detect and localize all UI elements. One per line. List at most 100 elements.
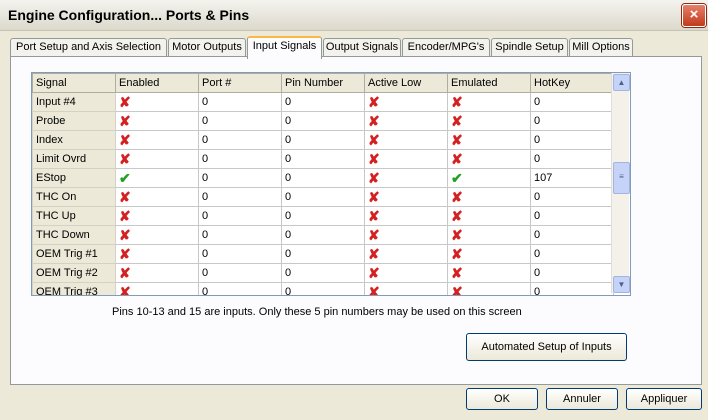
toggle-cell[interactable]: ✘ (364, 244, 448, 264)
value-cell[interactable]: 0 (281, 225, 365, 245)
table-row[interactable]: THC Down ✘ 0 0 ✘ ✘ 0 (32, 225, 614, 245)
value-cell[interactable]: 0 (198, 206, 282, 226)
ok-button[interactable]: OK (466, 388, 538, 410)
toggle-cell[interactable]: ✘ (115, 282, 199, 295)
value-cell[interactable]: 0 (281, 92, 365, 112)
toggle-cell[interactable]: ✘ (364, 111, 448, 131)
value-cell[interactable]: 0 (530, 111, 614, 131)
table-row[interactable]: Limit Ovrd ✘ 0 0 ✘ ✘ 0 (32, 149, 614, 169)
scroll-down-icon[interactable]: ▼ (613, 276, 630, 293)
value-cell[interactable]: 0 (198, 263, 282, 283)
toggle-cell[interactable]: ✘ (364, 206, 448, 226)
tab-input-signals[interactable]: Input Signals (247, 36, 322, 59)
value-cell[interactable]: 0 (198, 111, 282, 131)
table-row[interactable]: EStop ✔ 0 0 ✘ ✔ 107 (32, 168, 614, 188)
apply-button[interactable]: Appliquer (626, 388, 702, 410)
value-cell[interactable]: 0 (198, 282, 282, 295)
toggle-cell[interactable]: ✘ (364, 130, 448, 150)
toggle-cell[interactable]: ✘ (447, 111, 531, 131)
tab-port-setup[interactable]: Port Setup and Axis Selection (10, 38, 167, 57)
value-cell[interactable]: 0 (530, 244, 614, 264)
value-cell[interactable]: 107 (530, 168, 614, 188)
signal-name-cell[interactable]: THC On (32, 187, 116, 207)
scroll-thumb[interactable]: ≡ (613, 162, 630, 194)
value-cell[interactable]: 0 (530, 206, 614, 226)
value-cell[interactable]: 0 (281, 206, 365, 226)
value-cell[interactable]: 0 (530, 130, 614, 150)
vertical-scrollbar[interactable]: ▲ ≡ ▼ (611, 73, 630, 293)
tab-encoder-mpg[interactable]: Encoder/MPG's (402, 38, 490, 57)
signal-name-cell[interactable]: OEM Trig #3 (32, 282, 116, 295)
value-cell[interactable]: 0 (530, 187, 614, 207)
signal-name-cell[interactable]: THC Down (32, 225, 116, 245)
toggle-cell[interactable]: ✘ (115, 92, 199, 112)
value-cell[interactable]: 0 (198, 187, 282, 207)
toggle-cell[interactable]: ✘ (115, 111, 199, 131)
value-cell[interactable]: 0 (198, 168, 282, 188)
table-row[interactable]: OEM Trig #2 ✘ 0 0 ✘ ✘ 0 (32, 263, 614, 283)
table-row[interactable]: OEM Trig #3 ✘ 0 0 ✘ ✘ 0 (32, 282, 614, 295)
toggle-cell[interactable]: ✘ (447, 149, 531, 169)
value-cell[interactable]: 0 (281, 263, 365, 283)
toggle-cell[interactable]: ✘ (115, 130, 199, 150)
toggle-cell[interactable]: ✘ (364, 225, 448, 245)
signals-grid[interactable]: Signal Enabled Port # Pin Number Active Low E… (31, 72, 631, 296)
toggle-cell[interactable]: ✘ (115, 225, 199, 245)
toggle-cell[interactable]: ✘ (447, 244, 531, 264)
toggle-cell[interactable]: ✔ (115, 168, 199, 188)
signal-name-cell[interactable]: Probe (32, 111, 116, 131)
toggle-cell[interactable]: ✘ (447, 225, 531, 245)
toggle-cell[interactable]: ✘ (447, 282, 531, 295)
table-row[interactable]: THC Up ✘ 0 0 ✘ ✘ 0 (32, 206, 614, 226)
value-cell[interactable]: 0 (198, 225, 282, 245)
signal-name-cell[interactable]: THC Up (32, 206, 116, 226)
value-cell[interactable]: 0 (281, 149, 365, 169)
toggle-cell[interactable]: ✘ (447, 187, 531, 207)
cancel-button[interactable]: Annuler (546, 388, 618, 410)
toggle-cell[interactable]: ✘ (364, 149, 448, 169)
signal-name-cell[interactable]: OEM Trig #1 (32, 244, 116, 264)
toggle-cell[interactable]: ✘ (447, 263, 531, 283)
signal-name-cell[interactable]: Input #4 (32, 92, 116, 112)
table-row[interactable]: OEM Trig #1 ✘ 0 0 ✘ ✘ 0 (32, 244, 614, 264)
toggle-cell[interactable]: ✘ (115, 206, 199, 226)
signal-name-cell[interactable]: Index (32, 130, 116, 150)
signal-name-cell[interactable]: EStop (32, 168, 116, 188)
value-cell[interactable]: 0 (281, 282, 365, 295)
table-row[interactable]: Input #4 ✘ 0 0 ✘ ✘ 0 (32, 92, 614, 112)
close-button[interactable]: × (682, 4, 706, 27)
toggle-cell[interactable]: ✘ (447, 206, 531, 226)
automated-setup-button[interactable]: Automated Setup of Inputs (466, 333, 627, 361)
toggle-cell[interactable]: ✘ (364, 263, 448, 283)
value-cell[interactable]: 0 (198, 149, 282, 169)
tab-mill-options[interactable]: Mill Options (569, 38, 633, 57)
value-cell[interactable]: 0 (198, 130, 282, 150)
value-cell[interactable]: 0 (281, 130, 365, 150)
value-cell[interactable]: 0 (281, 111, 365, 131)
value-cell[interactable]: 0 (530, 263, 614, 283)
tab-motor-outputs[interactable]: Motor Outputs (168, 38, 246, 57)
table-row[interactable]: THC On ✘ 0 0 ✘ ✘ 0 (32, 187, 614, 207)
signal-name-cell[interactable]: Limit Ovrd (32, 149, 116, 169)
value-cell[interactable]: 0 (530, 282, 614, 295)
signal-name-cell[interactable]: OEM Trig #2 (32, 263, 116, 283)
table-row[interactable]: Probe ✘ 0 0 ✘ ✘ 0 (32, 111, 614, 131)
toggle-cell[interactable]: ✘ (364, 282, 448, 295)
tab-output-signals[interactable]: Output Signals (323, 38, 401, 57)
toggle-cell[interactable]: ✘ (364, 187, 448, 207)
scroll-up-icon[interactable]: ▲ (613, 74, 630, 91)
toggle-cell[interactable]: ✘ (115, 149, 199, 169)
toggle-cell[interactable]: ✔ (447, 168, 531, 188)
toggle-cell[interactable]: ✘ (115, 187, 199, 207)
value-cell[interactable]: 0 (198, 92, 282, 112)
tab-spindle-setup[interactable]: Spindle Setup (491, 38, 568, 57)
value-cell[interactable]: 0 (530, 92, 614, 112)
toggle-cell[interactable]: ✘ (447, 130, 531, 150)
toggle-cell[interactable]: ✘ (447, 92, 531, 112)
value-cell[interactable]: 0 (281, 244, 365, 264)
value-cell[interactable]: 0 (281, 168, 365, 188)
toggle-cell[interactable]: ✘ (364, 92, 448, 112)
toggle-cell[interactable]: ✘ (115, 244, 199, 264)
toggle-cell[interactable]: ✘ (364, 168, 448, 188)
value-cell[interactable]: 0 (530, 225, 614, 245)
